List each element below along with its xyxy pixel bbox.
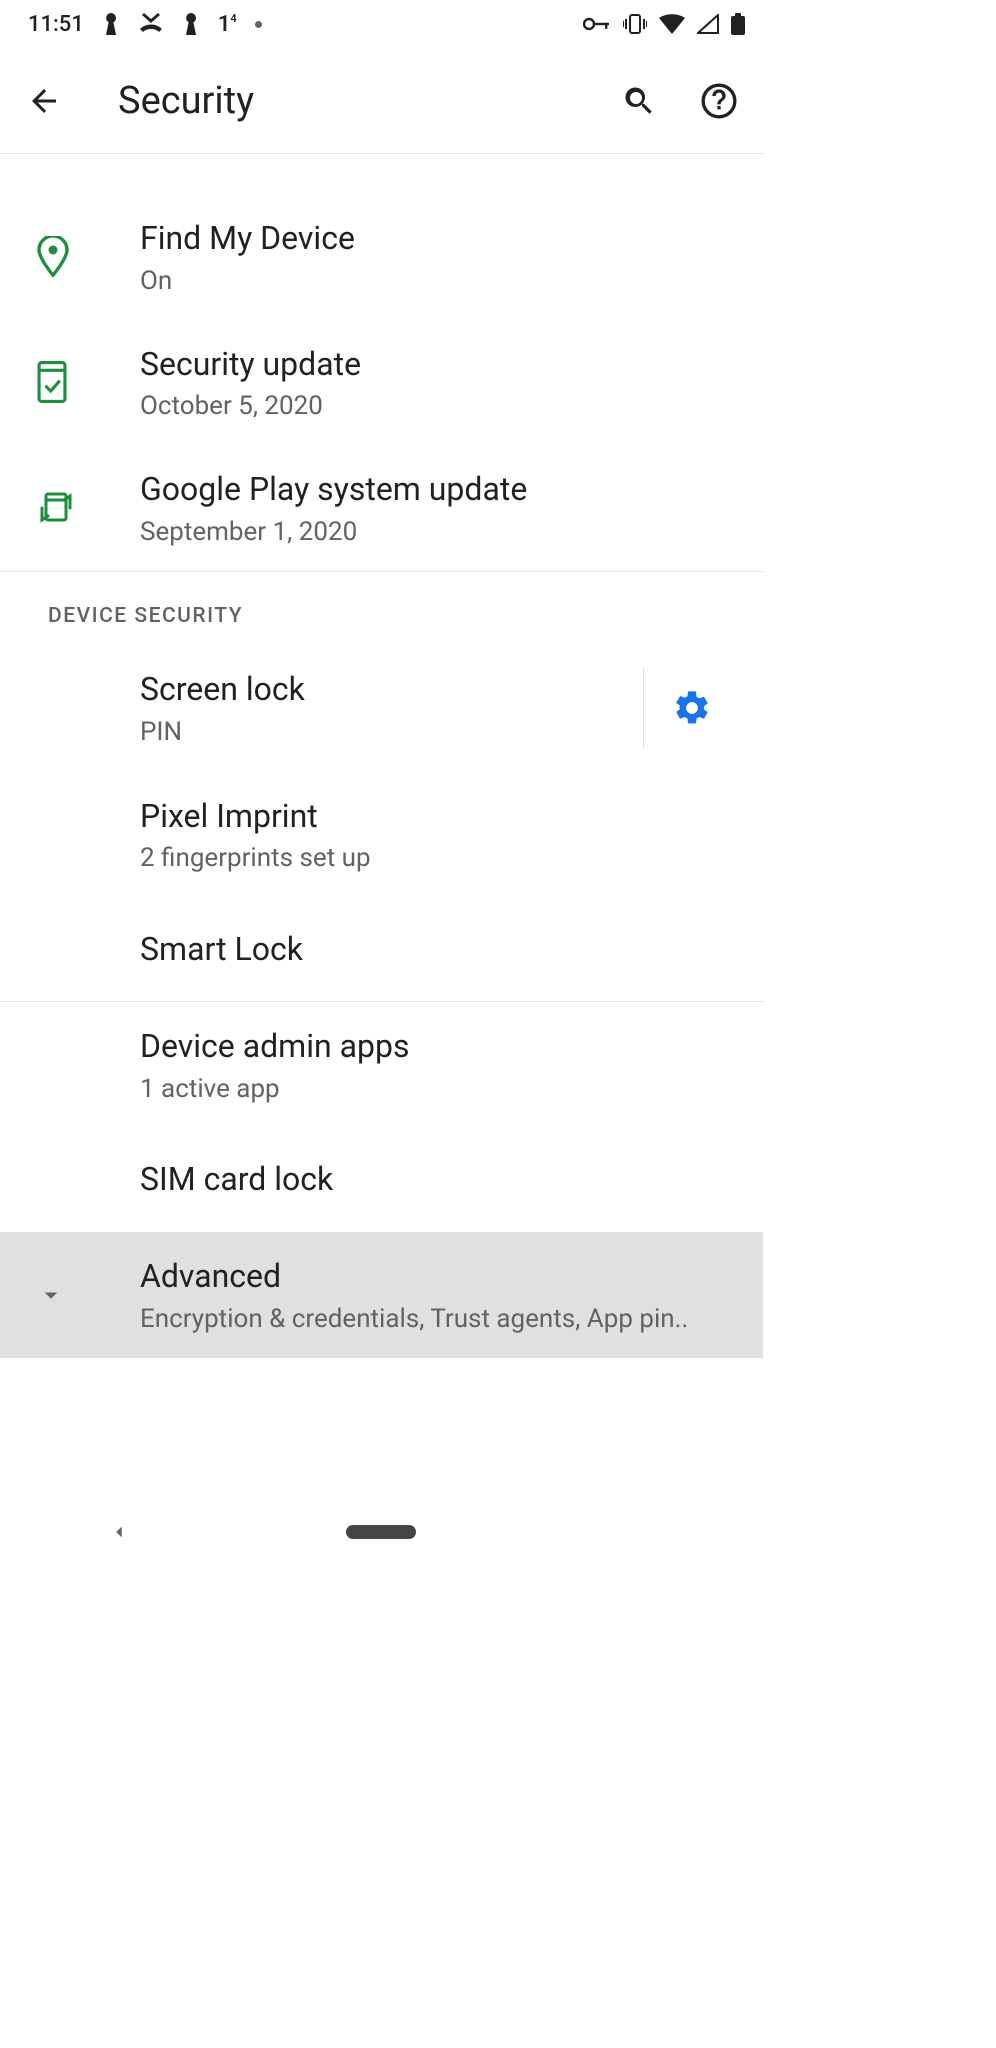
app-bar: Security — [0, 48, 763, 154]
wifi-icon — [659, 14, 685, 34]
settings-list: Find My Device On Security update Octobe… — [0, 154, 763, 1358]
row-sub: 2 fingerprints set up — [140, 843, 739, 873]
row-smart-lock[interactable]: Smart Lock — [0, 897, 763, 1001]
section-header-device-security: DEVICE SECURITY — [0, 572, 763, 644]
nav-home-pill[interactable] — [346, 1525, 416, 1539]
row-title: Device admin apps — [140, 1026, 739, 1068]
search-button[interactable] — [615, 77, 663, 125]
keyhole-icon — [182, 13, 200, 35]
row-advanced[interactable]: Advanced Encryption & credentials, Trust… — [0, 1232, 763, 1358]
missed-call-icon — [138, 13, 164, 35]
row-title: Pixel Imprint — [140, 796, 739, 838]
row-sub: October 5, 2020 — [140, 391, 739, 421]
row-sub: September 1, 2020 — [140, 517, 739, 547]
vpn-key-icon — [583, 16, 611, 32]
row-sub: PIN — [140, 717, 643, 747]
row-title: Advanced — [140, 1256, 739, 1298]
nav-back-button[interactable] — [108, 1521, 130, 1543]
row-security-update[interactable]: Security update October 5, 2020 — [0, 320, 763, 446]
back-button[interactable] — [20, 77, 68, 125]
status-bar: 11:51 14 — [0, 0, 763, 48]
screen-lock-settings-button[interactable] — [643, 668, 739, 748]
cell-signal-icon — [697, 14, 719, 34]
vibrate-icon — [623, 14, 647, 34]
page-title: Security — [100, 79, 583, 123]
row-title: Screen lock — [140, 669, 643, 711]
dot-icon — [255, 21, 262, 28]
navigation-bar — [0, 1496, 763, 1568]
gear-icon — [672, 688, 712, 728]
row-pixel-imprint[interactable]: Pixel Imprint 2 fingerprints set up — [0, 772, 763, 898]
system-update-icon — [36, 360, 68, 404]
help-button[interactable] — [695, 77, 743, 125]
row-device-admin-apps[interactable]: Device admin apps 1 active app — [0, 1002, 763, 1128]
keyhole-icon — [102, 13, 120, 35]
row-title: SIM card lock — [140, 1159, 739, 1201]
row-sub: On — [140, 266, 739, 296]
row-sub: Encryption & credentials, Trust agents, … — [140, 1304, 739, 1334]
row-google-play-system-update[interactable]: Google Play system update September 1, 2… — [0, 445, 763, 571]
row-title: Google Play system update — [140, 469, 739, 511]
row-screen-lock[interactable]: Screen lock PIN — [0, 644, 763, 772]
battery-icon — [731, 13, 745, 35]
row-sim-card-lock[interactable]: SIM card lock — [0, 1128, 763, 1232]
row-find-my-device[interactable]: Find My Device On — [0, 194, 763, 320]
chevron-down-icon — [36, 1280, 66, 1310]
play-update-icon — [36, 488, 76, 528]
row-title: Smart Lock — [140, 929, 739, 971]
status-time: 11:51 — [28, 12, 84, 37]
row-sub: 1 active app — [140, 1074, 739, 1104]
row-title: Security update — [140, 344, 739, 386]
one-notification-icon: 14 — [218, 12, 237, 37]
row-title: Find My Device — [140, 218, 739, 260]
location-icon — [36, 236, 70, 278]
